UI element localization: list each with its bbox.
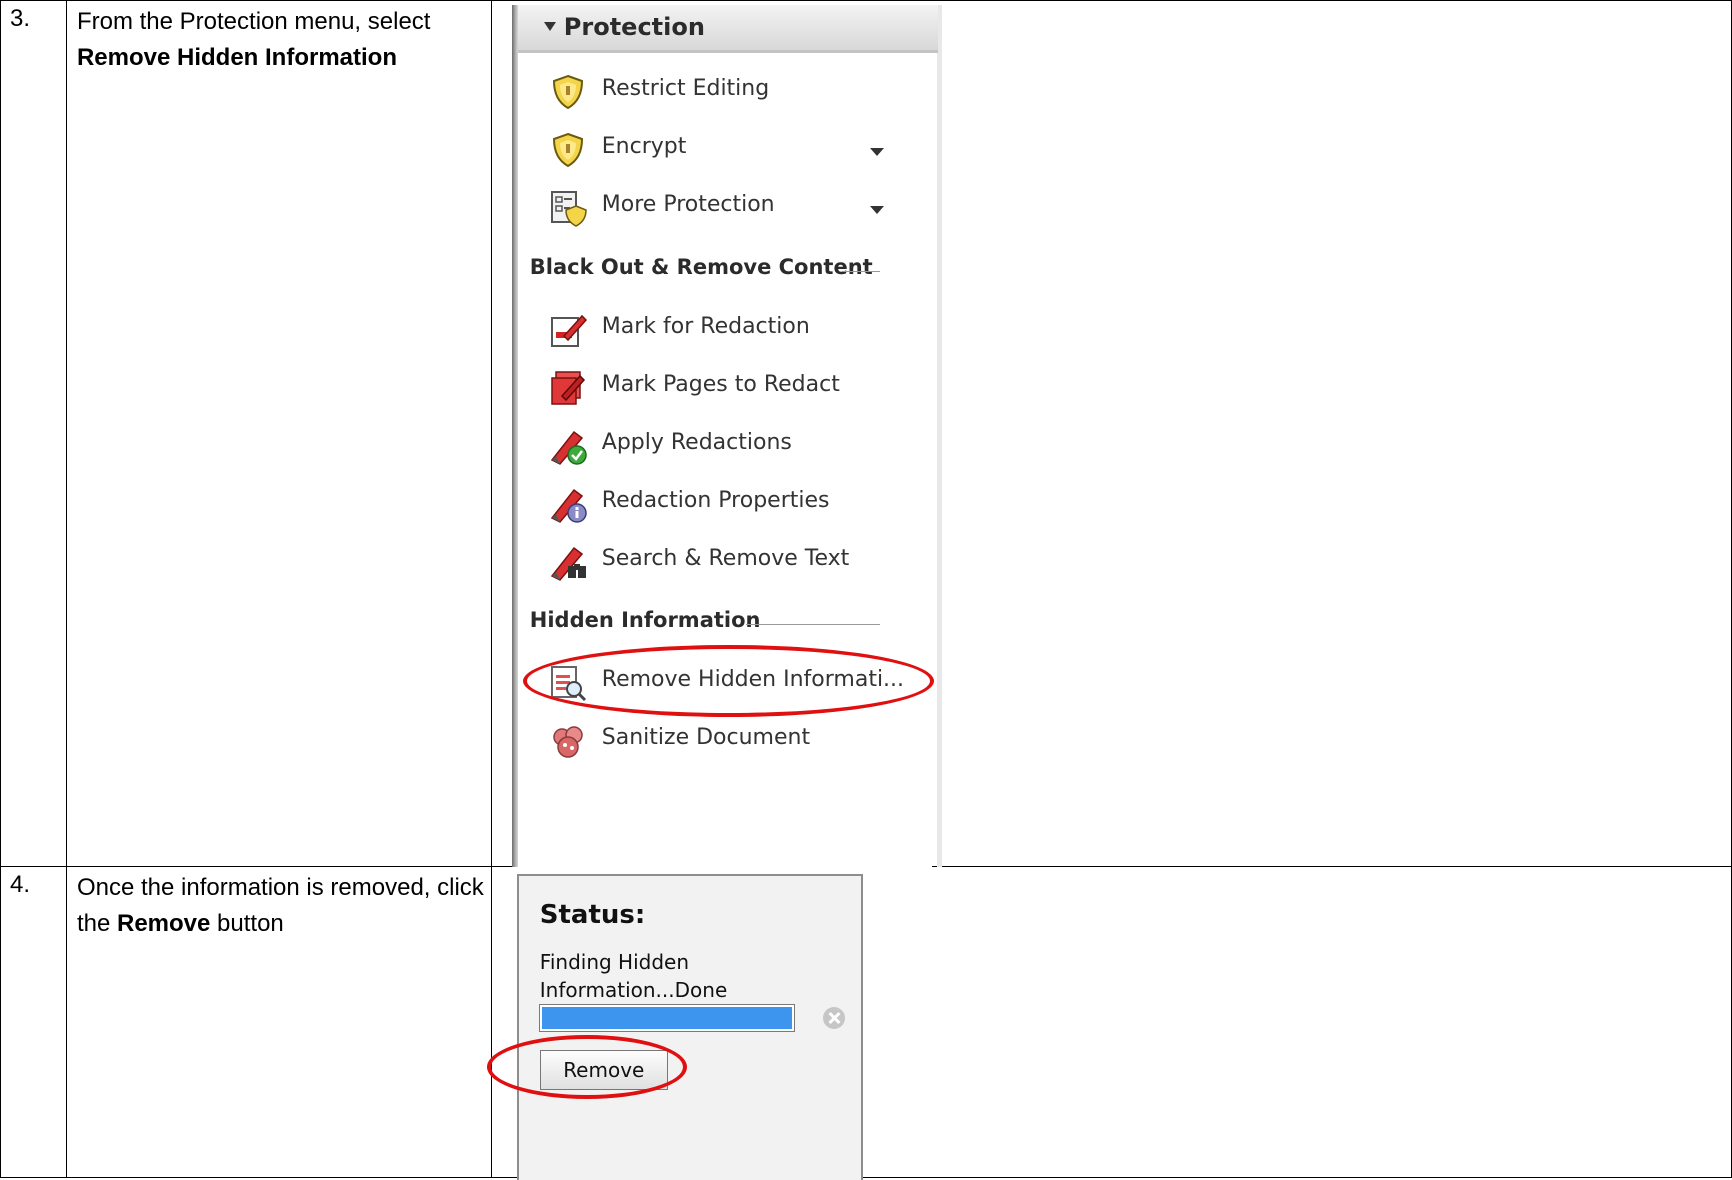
protection-panel-header[interactable]: Protection — [517, 5, 938, 53]
apply-redactions-label: Apply Redactions — [601, 430, 792, 455]
apply-redactions-item[interactable]: Apply Redactions — [548, 422, 928, 472]
mark-for-redaction-label: Mark for Redaction — [601, 314, 810, 339]
status-title: Status: — [539, 900, 646, 930]
mark-for-redaction-item[interactable]: Mark for Redaction — [548, 306, 928, 356]
step-row-4: 4. Once the information is removed, clic… — [0, 866, 1732, 1180]
restrict-editing-item[interactable]: Restrict Editing — [548, 68, 928, 118]
step-text-after: button — [210, 910, 284, 937]
remove-hidden-info-icon — [550, 666, 586, 702]
shield-icon — [552, 74, 583, 110]
search-remove-text-item[interactable]: Search & Remove Text — [548, 538, 928, 588]
step-screenshot: Protection Restrict Editing Encrypt More… — [490, 0, 1732, 867]
step-text: From the Protection menu, select — [76, 8, 431, 35]
mark-pages-to-redact-label: Mark Pages to Redact — [601, 372, 840, 397]
step-row-3: 3. From the Protection menu, select Remo… — [0, 0, 1732, 867]
black-out-section-title: Black Out & Remove Content — [529, 255, 873, 279]
chevron-down-icon[interactable] — [869, 148, 884, 156]
step-number: 4. — [0, 866, 67, 1178]
more-protection-item[interactable]: More Protection — [548, 184, 928, 234]
section-divider — [841, 271, 880, 272]
black-out-section-header: Black Out & Remove Content — [530, 251, 930, 287]
collapse-triangle-icon — [543, 22, 556, 31]
step-bold-text: Remove Hidden Information — [76, 44, 397, 71]
step-description: From the Protection menu, select Remove … — [65, 0, 492, 867]
step-number: 3. — [0, 0, 67, 867]
shield-icon — [552, 132, 583, 168]
more-protection-label: More Protection — [601, 192, 775, 217]
protection-panel-title: Protection — [563, 13, 705, 41]
remove-hidden-information-item[interactable]: Remove Hidden Informati... — [548, 659, 928, 709]
redaction-properties-label: Redaction Properties — [601, 488, 830, 513]
sanitize-document-item[interactable]: Sanitize Document — [548, 717, 928, 767]
panel-edge — [936, 5, 942, 867]
apply-redactions-icon — [550, 430, 587, 465]
encrypt-item[interactable]: Encrypt — [548, 126, 928, 176]
status-message: Finding Hidden Information...Done — [539, 950, 728, 1002]
redaction-properties-item[interactable]: Redaction Properties — [548, 480, 928, 530]
progress-bar — [538, 1004, 795, 1032]
section-divider — [745, 624, 880, 625]
redaction-marker-icon — [550, 314, 587, 347]
certificate-shield-icon — [550, 191, 587, 227]
redaction-pages-icon — [551, 371, 585, 405]
panel-scrollbar[interactable] — [511, 5, 518, 867]
encrypt-label: Encrypt — [601, 134, 687, 159]
step-bold-text: Remove — [117, 910, 211, 937]
close-icon[interactable] — [822, 1007, 845, 1029]
step-description: Once the information is removed, click t… — [65, 866, 492, 1178]
search-remove-text-icon — [550, 546, 586, 581]
restrict-editing-label: Restrict Editing — [601, 76, 770, 101]
sanitize-document-label: Sanitize Document — [601, 725, 811, 750]
chevron-down-icon[interactable] — [869, 206, 884, 214]
hidden-information-section-title: Hidden Information — [529, 608, 761, 632]
remove-hidden-information-label: Remove Hidden Informati... — [601, 667, 905, 692]
progress-fill — [541, 1007, 792, 1029]
hidden-information-section-header: Hidden Information — [530, 604, 930, 640]
protection-panel: Protection Restrict Editing Encrypt More… — [511, 5, 942, 867]
search-remove-text-label: Search & Remove Text — [601, 546, 850, 571]
mark-pages-to-redact-item[interactable]: Mark Pages to Redact — [548, 364, 928, 414]
redaction-properties-icon — [550, 488, 587, 523]
status-panel: Status: Finding Hidden Information...Don… — [516, 874, 863, 1180]
remove-button[interactable]: Remove — [539, 1050, 668, 1090]
step-screenshot: Status: Finding Hidden Information...Don… — [486, 866, 1732, 1180]
sanitize-document-icon — [553, 726, 583, 758]
steps-table: 3. From the Protection menu, select Remo… — [0, 0, 1732, 1180]
